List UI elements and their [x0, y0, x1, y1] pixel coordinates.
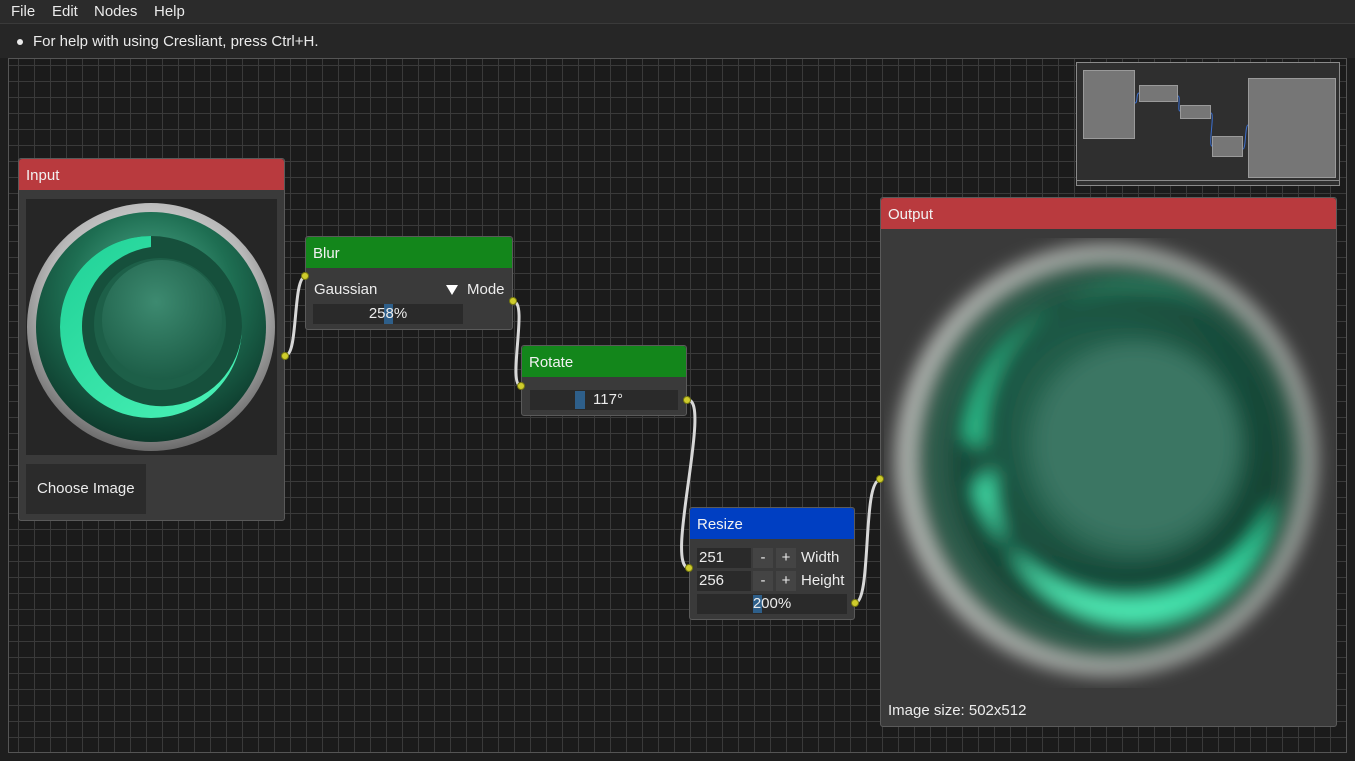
rotate-node-title[interactable]: Rotate	[522, 346, 686, 377]
rotate-angle-value: 117°	[593, 391, 623, 408]
rotate-slider-grab[interactable]	[575, 391, 585, 409]
blur-node[interactable]: Blur Gaussian Mode 258%	[301, 236, 517, 330]
menu-file[interactable]: File	[11, 3, 35, 20]
resize-node[interactable]: Resize 251 - + Width 256 - + Height 200%	[685, 507, 859, 620]
blur-amount-slider[interactable]: 258%	[313, 304, 463, 324]
help-text: For help with using Cresliant, press Ctr…	[33, 33, 319, 50]
resize-height-input[interactable]: 256	[697, 571, 751, 591]
blur-node-output-port[interactable]	[509, 297, 517, 305]
triangle-down-icon[interactable]	[446, 285, 458, 295]
bullet-icon	[17, 39, 23, 45]
output-node[interactable]: Output Image size: 502x512	[876, 197, 1337, 727]
resize-height-plus-button[interactable]: +	[776, 571, 796, 591]
input-node-title[interactable]: Input	[19, 159, 284, 190]
blur-mode-label: Mode	[467, 281, 505, 298]
input-image	[27, 203, 275, 451]
blur-node-input-port[interactable]	[301, 272, 309, 280]
minimap-viewport	[1077, 180, 1339, 185]
resize-width-label: Width	[801, 549, 840, 566]
resize-node-input-port[interactable]	[685, 564, 693, 572]
blur-amount-value: 258%	[368, 305, 408, 322]
output-image	[896, 245, 1316, 675]
input-node-output-port[interactable]	[281, 352, 289, 360]
resize-width-minus-button[interactable]: -	[753, 548, 773, 568]
resize-height-label: Height	[801, 572, 845, 589]
menu-bar: File Edit Nodes Help	[0, 0, 1355, 24]
minimap-links	[1134, 92, 1249, 150]
rotate-node-output-port[interactable]	[683, 396, 691, 404]
rotate-node[interactable]: Rotate 117°	[517, 345, 691, 416]
menu-nodes[interactable]: Nodes	[94, 3, 137, 20]
menu-help[interactable]: Help	[154, 3, 185, 20]
menu-edit[interactable]: Edit	[52, 3, 78, 20]
minimap[interactable]	[1076, 62, 1340, 186]
rotate-node-input-port[interactable]	[517, 382, 525, 390]
output-image-size: Image size: 502x512	[888, 702, 1027, 719]
choose-image-button[interactable]: Choose Image	[26, 464, 146, 514]
blur-mode-select[interactable]: Gaussian	[313, 280, 463, 300]
resize-node-output-port[interactable]	[851, 599, 859, 607]
output-image-preview	[884, 238, 1334, 688]
input-node[interactable]: Input Choose Image	[18, 158, 289, 521]
resize-node-title[interactable]: Resize	[690, 508, 854, 539]
resize-height-minus-button[interactable]: -	[753, 571, 773, 591]
resize-scale-slider[interactable]: 200%	[697, 594, 847, 614]
output-node-input-port[interactable]	[876, 475, 884, 483]
rotate-angle-slider[interactable]: 117°	[530, 390, 678, 410]
resize-scale-value: 200%	[752, 595, 792, 612]
resize-width-input[interactable]: 251	[697, 548, 751, 568]
input-image-preview	[26, 199, 277, 455]
blur-node-title[interactable]: Blur	[306, 237, 512, 268]
resize-width-plus-button[interactable]: +	[776, 548, 796, 568]
output-node-title[interactable]: Output	[881, 198, 1336, 229]
